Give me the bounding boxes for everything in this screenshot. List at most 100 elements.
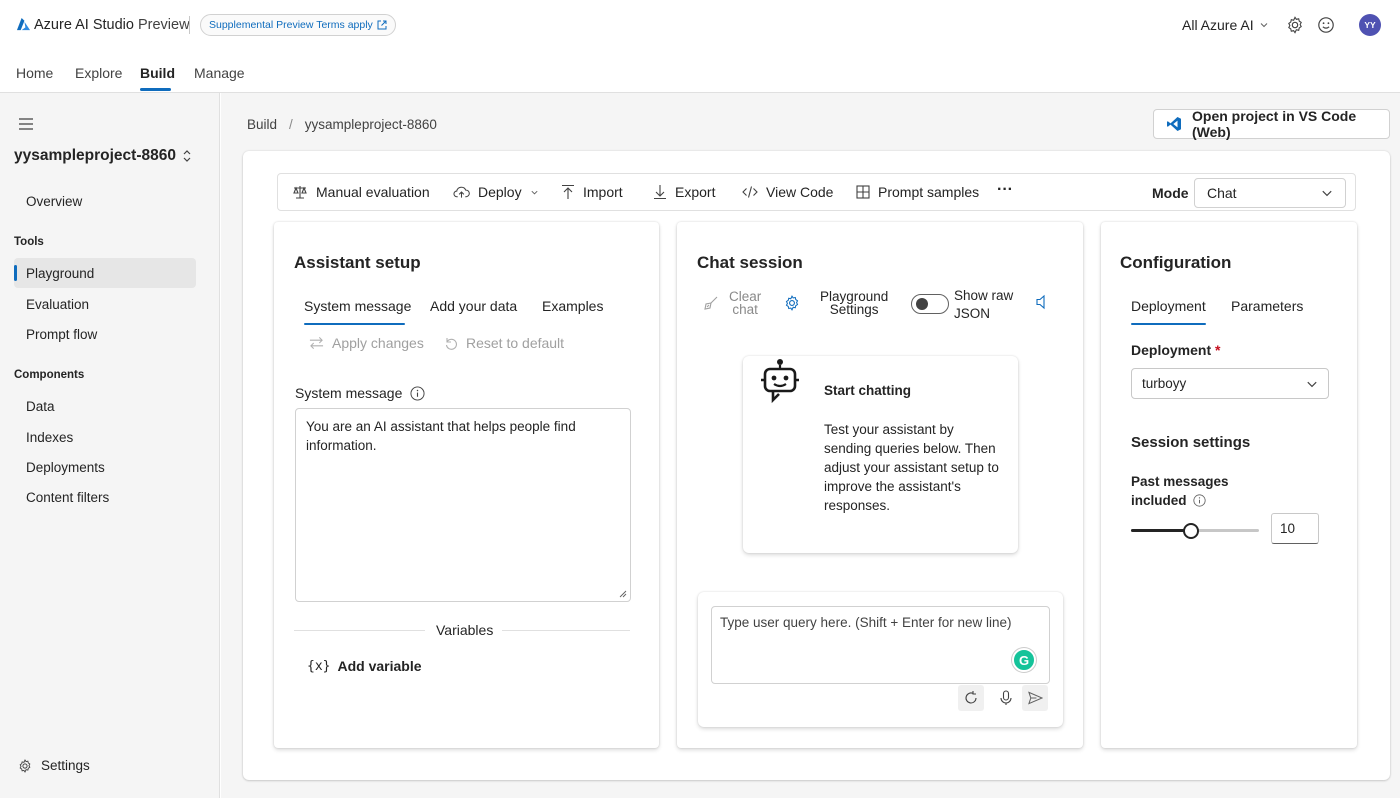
nav-tab-home[interactable]: Home bbox=[16, 65, 53, 81]
external-link-icon bbox=[377, 20, 387, 30]
user-avatar[interactable]: YY bbox=[1359, 14, 1381, 36]
settings-label: Settings bbox=[41, 758, 90, 773]
playground-settings-button[interactable]: Playground Settings bbox=[784, 290, 888, 316]
more-options-button[interactable]: ··· bbox=[997, 181, 1013, 199]
chevron-down-icon bbox=[1259, 20, 1269, 30]
view-code-label: View Code bbox=[766, 184, 834, 200]
scope-label: All Azure AI bbox=[1182, 17, 1254, 33]
required-asterisk: * bbox=[1215, 342, 1221, 358]
info-icon[interactable] bbox=[1192, 494, 1206, 507]
brand-suffix: Preview bbox=[137, 17, 190, 33]
grammarly-icon[interactable]: G bbox=[1012, 648, 1036, 672]
feedback-smiley-icon[interactable] bbox=[1317, 16, 1335, 34]
refresh-button[interactable] bbox=[958, 685, 984, 711]
sidebar-group-tools: Tools bbox=[14, 236, 44, 248]
past-messages-slider-thumb[interactable] bbox=[1183, 523, 1199, 539]
chat-input[interactable]: Type user query here. (Shift + Enter for… bbox=[711, 606, 1050, 684]
chat-session-panel: Chat session Clear chat Playground Setti… bbox=[677, 222, 1083, 748]
sidebar-item-prompt-flow[interactable]: Prompt flow bbox=[26, 327, 97, 342]
past-messages-label: Past messages included bbox=[1131, 472, 1229, 510]
tab-deployment[interactable]: Deployment bbox=[1131, 298, 1206, 314]
show-raw-json-label-line1: Show raw bbox=[954, 288, 1014, 303]
sidebar-item-deployments[interactable]: Deployments bbox=[26, 460, 105, 475]
toggle-knob bbox=[916, 298, 928, 310]
tab-system-message[interactable]: System message bbox=[304, 298, 411, 314]
prompt-samples-button[interactable]: Prompt samples bbox=[856, 184, 979, 200]
sidebar-item-data[interactable]: Data bbox=[26, 399, 55, 414]
show-raw-json-toggle[interactable] bbox=[911, 294, 949, 314]
add-variable-label: Add variable bbox=[337, 658, 422, 674]
speaker-icon[interactable] bbox=[1035, 294, 1049, 310]
view-code-button[interactable]: View Code bbox=[742, 184, 833, 200]
sidebar-item-playground[interactable]: Playground bbox=[26, 266, 94, 281]
configuration-panel: Configuration Deployment Parameters Depl… bbox=[1101, 222, 1357, 748]
azure-logo-icon bbox=[16, 17, 31, 32]
left-sidebar: yysampleproject-8860 Overview Tools Play… bbox=[0, 93, 220, 798]
scope-selector[interactable]: All Azure AI bbox=[1182, 17, 1269, 33]
breadcrumb-build[interactable]: Build bbox=[247, 117, 277, 132]
show-raw-json-label-line2: JSON bbox=[954, 306, 991, 321]
import-button[interactable]: Import bbox=[561, 184, 623, 200]
start-chatting-body: Test your assistant by sending queries b… bbox=[824, 422, 999, 513]
prompt-samples-label: Prompt samples bbox=[878, 184, 980, 200]
clear-chat-button[interactable]: Clear chat bbox=[703, 290, 761, 316]
assistant-setup-title: Assistant setup bbox=[294, 253, 421, 272]
sidebar-group-components: Components bbox=[14, 369, 85, 381]
app-title[interactable]: Azure AI Studio Preview bbox=[34, 17, 190, 33]
import-label: Import bbox=[583, 184, 623, 200]
sidebar-item-content-filters[interactable]: Content filters bbox=[26, 490, 109, 505]
variables-divider-right bbox=[502, 630, 630, 631]
send-button[interactable] bbox=[1022, 685, 1048, 711]
sidebar-settings[interactable]: Settings bbox=[18, 758, 90, 773]
nav-tab-manage[interactable]: Manage bbox=[194, 65, 245, 81]
reset-undo-icon bbox=[444, 336, 458, 350]
tab-parameters[interactable]: Parameters bbox=[1231, 298, 1303, 314]
mode-dropdown[interactable]: Chat bbox=[1194, 178, 1346, 208]
deployment-dropdown[interactable]: turboyy bbox=[1131, 368, 1329, 399]
project-name: yysampleproject-8860 bbox=[14, 147, 176, 164]
open-vscode-label: Open project in VS Code (Web) bbox=[1192, 108, 1357, 140]
system-message-textarea[interactable]: You are an AI assistant that helps peopl… bbox=[295, 408, 631, 602]
chevron-down-icon bbox=[1321, 187, 1333, 199]
sidebar-item-indexes[interactable]: Indexes bbox=[26, 430, 73, 445]
nav-tab-build[interactable]: Build bbox=[140, 65, 175, 81]
past-messages-label-line2: included bbox=[1131, 493, 1187, 508]
apply-changes-button[interactable]: Apply changes bbox=[309, 335, 424, 351]
sidebar-item-evaluation[interactable]: Evaluation bbox=[26, 297, 89, 312]
tab-examples[interactable]: Examples bbox=[542, 298, 603, 314]
open-vscode-button[interactable]: Open project in VS Code (Web) bbox=[1153, 108, 1390, 140]
system-message-label-row: System message bbox=[295, 385, 425, 401]
clear-chat-label-line2: chat bbox=[732, 302, 758, 317]
start-chatting-card: Start chatting Test your assistant by se… bbox=[743, 356, 1018, 553]
tab-add-your-data[interactable]: Add your data bbox=[430, 298, 517, 314]
export-arrow-down-icon bbox=[653, 184, 667, 200]
deploy-button[interactable]: Deploy bbox=[453, 184, 539, 200]
settings-gear-icon[interactable] bbox=[1286, 16, 1304, 34]
past-messages-label-line1: Past messages bbox=[1131, 474, 1229, 489]
import-arrow-up-icon bbox=[561, 184, 575, 200]
microphone-button[interactable] bbox=[993, 685, 1019, 711]
nav-tab-explore[interactable]: Explore bbox=[75, 65, 122, 81]
chevron-down-icon bbox=[1306, 378, 1318, 390]
hamburger-menu-icon[interactable] bbox=[18, 117, 34, 131]
breadcrumb-project[interactable]: yysampleproject-8860 bbox=[305, 117, 437, 132]
add-variable-button[interactable]: {x} Add variable bbox=[307, 658, 422, 674]
manual-evaluation-label: Manual evaluation bbox=[316, 184, 430, 200]
manual-evaluation-button[interactable]: Manual evaluation bbox=[292, 184, 430, 200]
refresh-icon bbox=[963, 690, 979, 706]
textarea-resize-handle-icon[interactable] bbox=[619, 590, 627, 598]
export-button[interactable]: Export bbox=[653, 184, 715, 200]
reset-to-default-button[interactable]: Reset to default bbox=[444, 335, 564, 351]
preview-terms-link[interactable]: Supplemental Preview Terms apply bbox=[200, 14, 396, 36]
reset-to-default-label: Reset to default bbox=[466, 335, 565, 351]
playground-settings-label-line2: Settings bbox=[829, 302, 879, 317]
preview-terms-label: Supplemental Preview Terms apply bbox=[209, 19, 373, 31]
info-icon[interactable] bbox=[410, 385, 425, 401]
chevron-up-down-icon bbox=[182, 149, 192, 163]
past-messages-input[interactable]: 10 bbox=[1271, 513, 1319, 544]
sidebar-active-indicator bbox=[14, 265, 17, 281]
robot-icon bbox=[759, 358, 801, 404]
active-tab-indicator bbox=[140, 88, 171, 91]
sidebar-item-overview[interactable]: Overview bbox=[26, 194, 82, 209]
project-selector[interactable]: yysampleproject-8860 bbox=[14, 147, 192, 165]
